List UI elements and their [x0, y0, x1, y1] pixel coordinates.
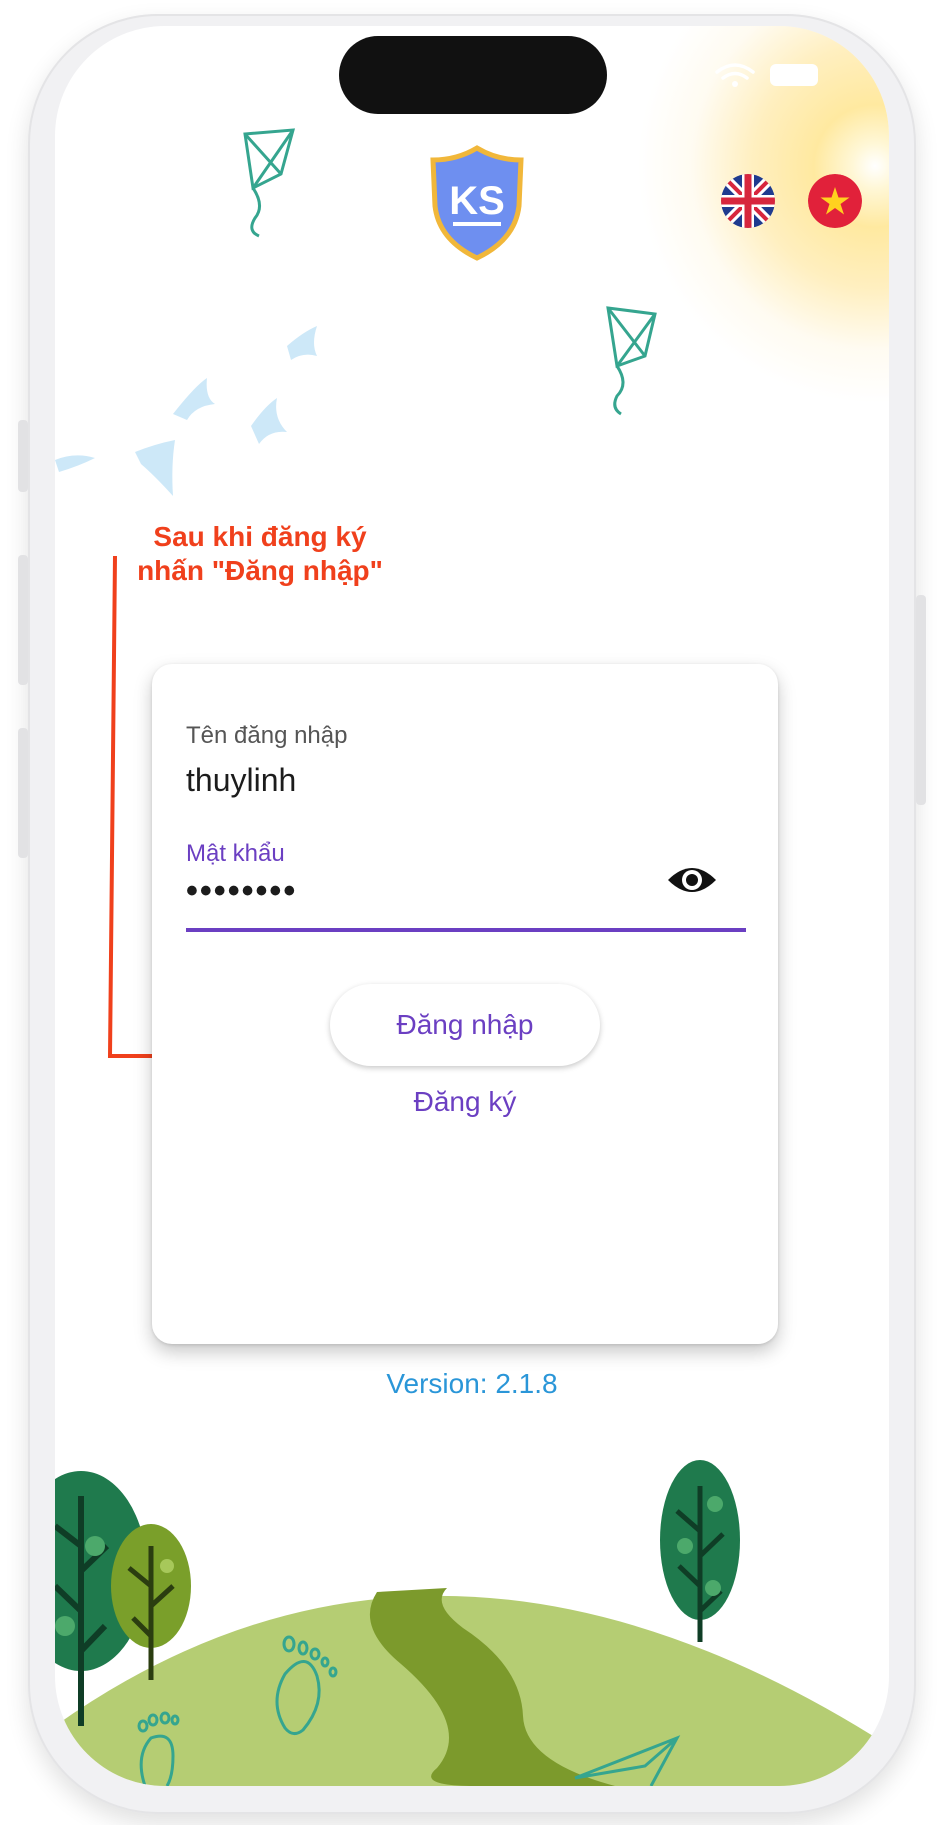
password-underline — [186, 928, 746, 932]
version-label: Version: 2.1.8 — [386, 1368, 558, 1399]
annotation-line-1: Sau khi đăng ký — [153, 521, 367, 552]
eye-icon[interactable] — [666, 860, 718, 900]
username-field[interactable]: thuylinh — [186, 762, 296, 799]
password-label: Mật khẩu — [186, 840, 285, 867]
side-button — [18, 728, 28, 858]
username-label: Tên đăng nhập — [186, 722, 348, 749]
password-field[interactable]: •••••••• — [186, 872, 297, 911]
side-button — [18, 555, 28, 685]
instruction-annotation: Sau khi đăng ký nhấn "Đăng nhập" — [110, 520, 410, 588]
side-button — [18, 420, 28, 492]
login-button[interactable]: Đăng nhập — [330, 984, 600, 1066]
tree-icon — [660, 1460, 740, 1642]
login-card: Tên đăng nhập thuylinh Mật khẩu ••••••••… — [152, 664, 778, 1344]
register-link[interactable]: Đăng ký — [365, 1086, 565, 1118]
annotation-line-2: nhấn "Đăng nhập" — [137, 555, 383, 586]
side-button — [916, 595, 926, 805]
